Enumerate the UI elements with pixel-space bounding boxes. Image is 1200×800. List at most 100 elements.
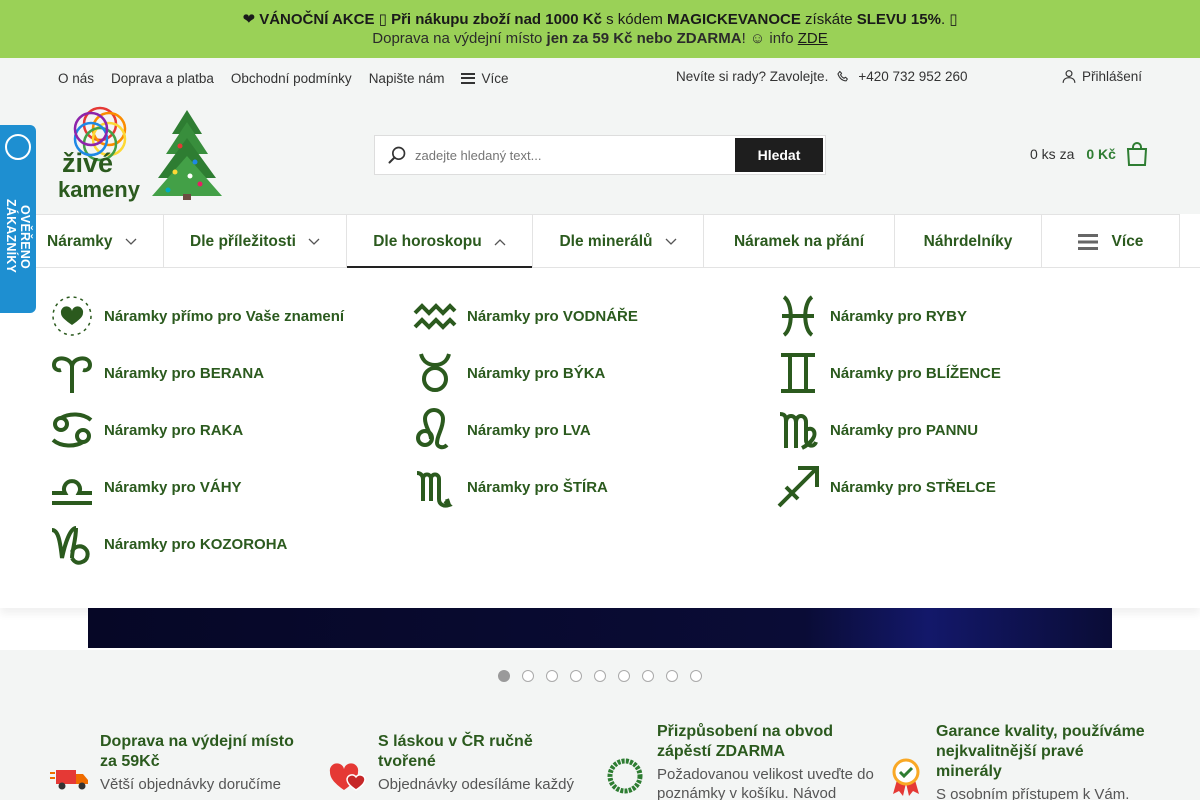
chevron-down-icon xyxy=(125,238,136,245)
promo-text-2: ▯ Při nákupu zboží nad 1000 Kč xyxy=(378,11,602,28)
delivery-text-1: Doprava na výdejní místo xyxy=(372,30,547,47)
slider-dot[interactable] xyxy=(498,670,510,682)
nav-nahrdelniky[interactable]: Náhrdelníky xyxy=(895,214,1042,268)
top-links: O nás Doprava a platba Obchodní podmínky… xyxy=(58,71,509,86)
phone-number[interactable]: +420 732 952 260 xyxy=(858,69,967,84)
phone-icon xyxy=(837,70,849,81)
search-input[interactable] xyxy=(415,147,735,163)
benefit-delivery: Doprava na výdejní místo za 59Kč Větší ob… xyxy=(50,732,310,798)
hero-slider[interactable] xyxy=(88,608,1112,648)
header: živé kameny Hledat 0 ks za 0 Kč xyxy=(0,98,1200,214)
nav-label: Náramek na přání xyxy=(733,232,865,250)
promo-banner: ❤ VÁNOČNÍ AKCE ▯ Při nákupu zboží nad 10… xyxy=(0,0,1200,58)
promo-text-4: získáte xyxy=(800,11,857,28)
logo-text-2: kameny xyxy=(58,177,141,202)
benefit-title: S láskou v ČR ručně tvořené xyxy=(378,733,533,770)
benefit-title: Doprava na výdejní místo za 59Kč xyxy=(100,733,294,770)
slider-dot[interactable] xyxy=(666,670,678,682)
login-button[interactable]: Přihlášení xyxy=(1062,69,1142,84)
bracelet-icon xyxy=(607,758,643,794)
verified-text: OVĚŘENO ZÁKAZNÍKY xyxy=(4,199,32,274)
search-icon xyxy=(388,146,406,164)
site-logo[interactable]: živé kameny xyxy=(50,106,225,202)
aries-icon xyxy=(51,356,93,393)
nav-mineraly[interactable]: Dle minerálů xyxy=(533,214,704,268)
hearts-icon xyxy=(329,763,366,791)
benefit-text: Větší objednávky doručíme xyxy=(100,776,281,793)
pisces-icon xyxy=(782,295,814,337)
promo-text-5: . ▯ xyxy=(940,11,958,28)
benefit-quality: Garance kvality, používáme nejkvalitnějš… xyxy=(886,722,1150,800)
promo-discount: SLEVU 15% xyxy=(856,11,941,28)
link-podminky[interactable]: Obchodní podmínky xyxy=(231,71,352,86)
zodiac-item-libra[interactable]: Náramky pro VÁHY xyxy=(50,465,242,509)
slider-dot[interactable] xyxy=(522,670,534,682)
scorpio-icon xyxy=(416,471,453,508)
menu-icon xyxy=(1077,233,1098,250)
slider-dot[interactable] xyxy=(690,670,702,682)
slider-dot[interactable] xyxy=(618,670,630,682)
main-nav: Náramky Dle příležitosti Dle horoskopu D… xyxy=(0,214,1200,269)
zodiac-item-virgo[interactable]: Náramky pro PANNU xyxy=(776,408,978,452)
benefit-text: Požadovanou velikost uveďte do poznámky … xyxy=(657,766,874,800)
search-bar: Hledat xyxy=(374,135,826,175)
nav-horoskop[interactable]: Dle horoskopu xyxy=(347,214,533,269)
delivery-text-2: ! ☺ info xyxy=(741,30,798,47)
logo-icon: živé kameny xyxy=(58,106,222,202)
zodiac-item-leo[interactable]: Náramky pro LVA xyxy=(413,408,591,452)
nav-prilezitosti[interactable]: Dle příležitosti xyxy=(164,214,347,268)
search-button[interactable]: Hledat xyxy=(735,138,823,172)
more-menu-button[interactable]: Více xyxy=(461,70,509,86)
zodiac-label: Náramky pro BLÍŽENCE xyxy=(830,364,1001,382)
cart-button[interactable]: 0 ks za 0 Kč xyxy=(1030,142,1148,166)
slider-dots xyxy=(498,670,702,682)
nav-label: Dle příležitosti xyxy=(190,232,296,250)
zodiac-item-capricorn[interactable]: Náramky pro KOZOROHA xyxy=(50,522,287,566)
link-o-nas[interactable]: O nás xyxy=(58,71,94,86)
quality-medal-icon xyxy=(892,758,920,796)
nav-label: Náhrdelníky xyxy=(923,232,1013,250)
zodiac-item-gemini[interactable]: Náramky pro BLÍŽENCE xyxy=(776,351,1001,395)
leo-icon xyxy=(416,408,449,450)
zodiac-label: Náramky pro LVA xyxy=(467,421,591,439)
cart-price: 0 Kč xyxy=(1086,146,1116,162)
more-label: Více xyxy=(481,70,509,86)
promo-text-1: ❤ VÁNOČNÍ AKCE xyxy=(242,11,379,28)
slider-dot[interactable] xyxy=(546,670,558,682)
slider-dot[interactable] xyxy=(570,670,582,682)
gemini-icon xyxy=(781,353,815,393)
help-text: Nevíte si rady? Zavolejte. xyxy=(676,69,829,84)
zodiac-item-sagittarius[interactable]: Náramky pro STŘELCE xyxy=(776,465,996,509)
verified-badge[interactable]: OVĚŘENO ZÁKAZNÍKY xyxy=(0,125,36,313)
login-label: Přihlášení xyxy=(1082,69,1143,84)
nav-label: Dle minerálů xyxy=(559,232,653,250)
chevron-up-icon xyxy=(494,238,506,245)
zodiac-item-pisces[interactable]: Náramky pro RYBY xyxy=(776,294,967,338)
chevron-down-icon xyxy=(665,238,676,245)
top-bar: O nás Doprava a platba Obchodní podmínky… xyxy=(0,58,1200,98)
link-napiste[interactable]: Napište nám xyxy=(369,71,445,86)
zodiac-item-scorpio[interactable]: Náramky pro ŠTÍRA xyxy=(413,465,608,509)
zodiac-label: Náramky pro ŠTÍRA xyxy=(467,478,608,496)
shopping-bag-icon xyxy=(1126,142,1148,166)
nav-more[interactable]: Více xyxy=(1042,214,1180,268)
slider-dot[interactable] xyxy=(642,670,654,682)
aquarius-icon xyxy=(413,303,457,330)
nav-naramek-na-prani[interactable]: Náramek na přání xyxy=(704,214,895,268)
help-contact: Nevíte si rady? Zavolejte. +420 732 952 … xyxy=(676,69,968,84)
horoscope-mega-menu: Náramky přímo pro Vaše znamení Náramky p… xyxy=(0,268,1200,608)
zodiac-item-all[interactable]: Náramky přímo pro Vaše znamení xyxy=(50,294,344,338)
zodiac-item-aries[interactable]: Náramky pro BERANA xyxy=(50,351,264,395)
slider-dot[interactable] xyxy=(594,670,606,682)
zodiac-label: Náramky přímo pro Vaše znamení xyxy=(104,307,345,325)
delivery-info-link[interactable]: ZDE xyxy=(798,30,828,47)
link-doprava[interactable]: Doprava a platba xyxy=(111,71,214,86)
zodiac-item-aquarius[interactable]: Náramky pro VODNÁŘE xyxy=(413,294,638,338)
zodiac-label: Náramky pro RAKA xyxy=(104,421,244,439)
taurus-icon xyxy=(419,353,451,392)
zodiac-item-cancer[interactable]: Náramky pro RAKA xyxy=(50,408,243,452)
chevron-down-icon xyxy=(308,238,320,245)
zodiac-wheel-icon xyxy=(52,296,92,336)
zodiac-label: Náramky pro KOZOROHA xyxy=(104,535,288,553)
zodiac-item-taurus[interactable]: Náramky pro BÝKA xyxy=(413,351,605,395)
